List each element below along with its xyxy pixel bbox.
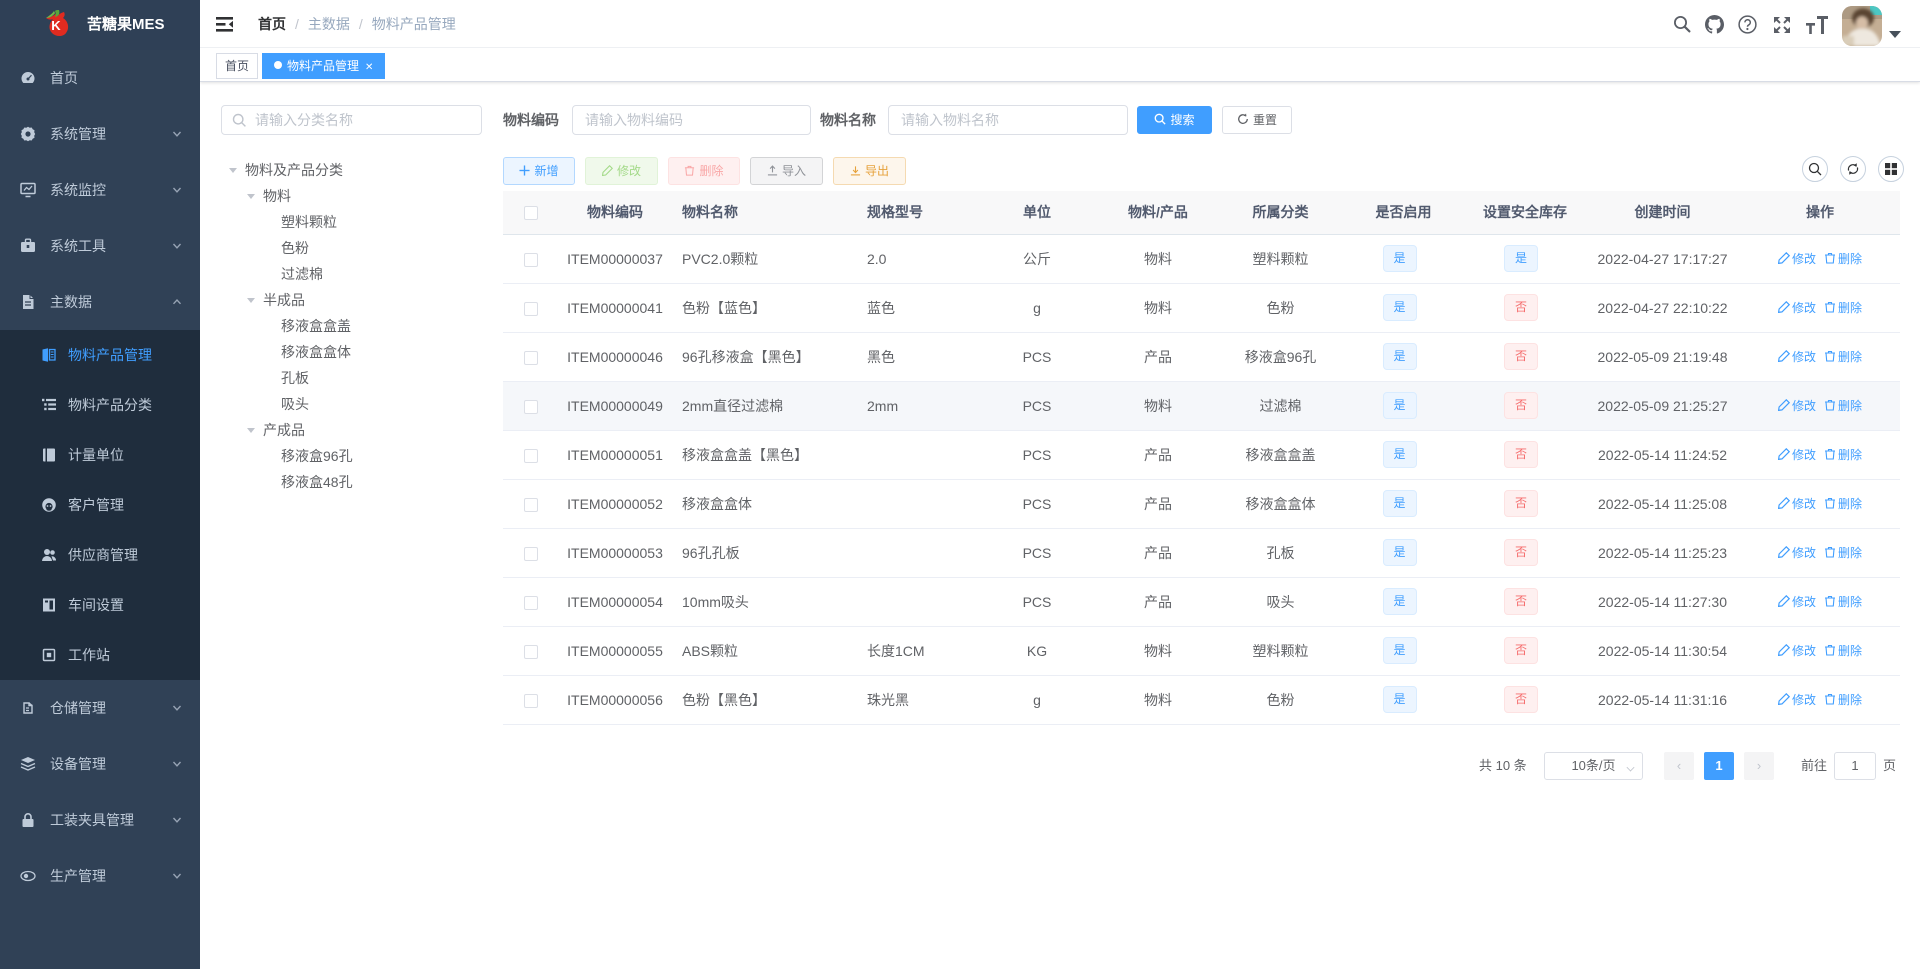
svg-text:K: K	[51, 18, 61, 33]
